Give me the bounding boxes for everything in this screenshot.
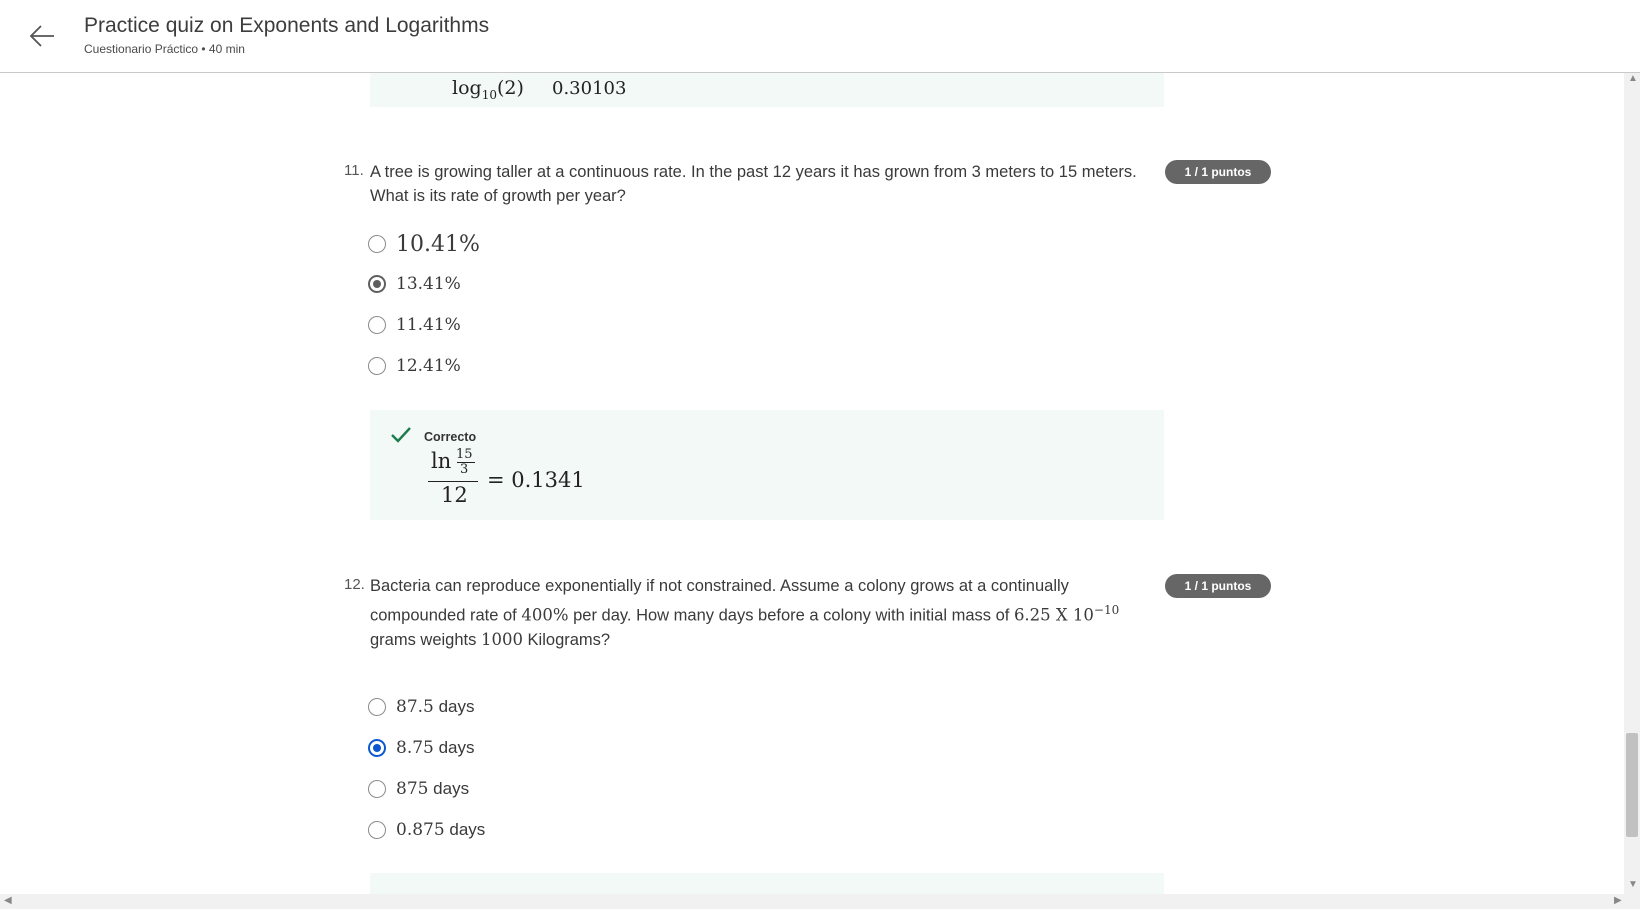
question-11-text: A tree is growing taller at a continuous…: [370, 163, 1137, 205]
scroll-up-arrow-icon[interactable]: ▲: [1628, 73, 1638, 84]
scroll-left-arrow-icon[interactable]: ◀: [4, 895, 12, 906]
question-11-option-3[interactable]: 11.41%: [368, 311, 461, 339]
scroll-down-arrow-icon[interactable]: ▼: [1628, 879, 1638, 890]
question-11-number: 11.: [344, 162, 364, 179]
question-12-option-4[interactable]: 0.875 days: [368, 816, 485, 844]
question-12-option-1[interactable]: 87.5 days: [368, 693, 475, 721]
question-11-option-2[interactable]: 13.41%: [368, 270, 461, 298]
question-11-option-4[interactable]: 12.41%: [368, 352, 461, 380]
question-12-option-3[interactable]: 875 days: [368, 775, 469, 803]
question-12-option-2[interactable]: 8.75 days: [368, 734, 475, 762]
previous-log-value: 0.30103: [552, 78, 627, 99]
question-11-points-badge: 1 / 1 puntos: [1165, 160, 1271, 184]
check-icon: [390, 426, 412, 449]
feedback-formula: ln 15 3 12: [428, 447, 480, 513]
page-subtitle: Cuestionario Práctico • 40 min: [84, 42, 245, 56]
previous-log-expression: log10(2): [452, 77, 524, 102]
question-12-text: Bacteria can reproduce exponentially if …: [370, 577, 1120, 649]
quiz-content: log10(2) 0.30103 11. A tree is growing t…: [0, 73, 1624, 894]
feedback-status: Correcto: [424, 430, 477, 444]
back-arrow-icon[interactable]: [26, 20, 58, 52]
question-12-number: 12.: [344, 576, 365, 593]
feedback-result: = 0.1341: [487, 468, 585, 492]
question-12-feedback-box: [370, 873, 1164, 894]
radio-button[interactable]: [368, 780, 386, 798]
radio-button[interactable]: [368, 698, 386, 716]
radio-button[interactable]: [368, 235, 386, 253]
vertical-scrollbar[interactable]: ▲ ▼: [1624, 73, 1640, 894]
header: Practice quiz on Exponents and Logarithm…: [0, 0, 1640, 73]
radio-button[interactable]: [368, 357, 386, 375]
radio-button[interactable]: [368, 316, 386, 334]
page-title: Practice quiz on Exponents and Logarithm…: [84, 14, 490, 37]
scroll-right-arrow-icon[interactable]: ▶: [1614, 895, 1622, 906]
radio-button-selected[interactable]: [368, 275, 386, 293]
radio-button-selected[interactable]: [368, 739, 386, 757]
question-11-feedback-box: Correcto ln 15 3 12 = 0.1341: [370, 410, 1164, 520]
previous-feedback-box: log10(2) 0.30103: [370, 73, 1164, 107]
question-11-option-1[interactable]: 10.41%: [368, 230, 480, 258]
radio-button[interactable]: [368, 821, 386, 839]
question-12-points-badge: 1 / 1 puntos: [1165, 574, 1271, 598]
vertical-scrollbar-thumb[interactable]: [1626, 733, 1638, 837]
horizontal-scrollbar[interactable]: ◀ ▶: [0, 894, 1640, 909]
